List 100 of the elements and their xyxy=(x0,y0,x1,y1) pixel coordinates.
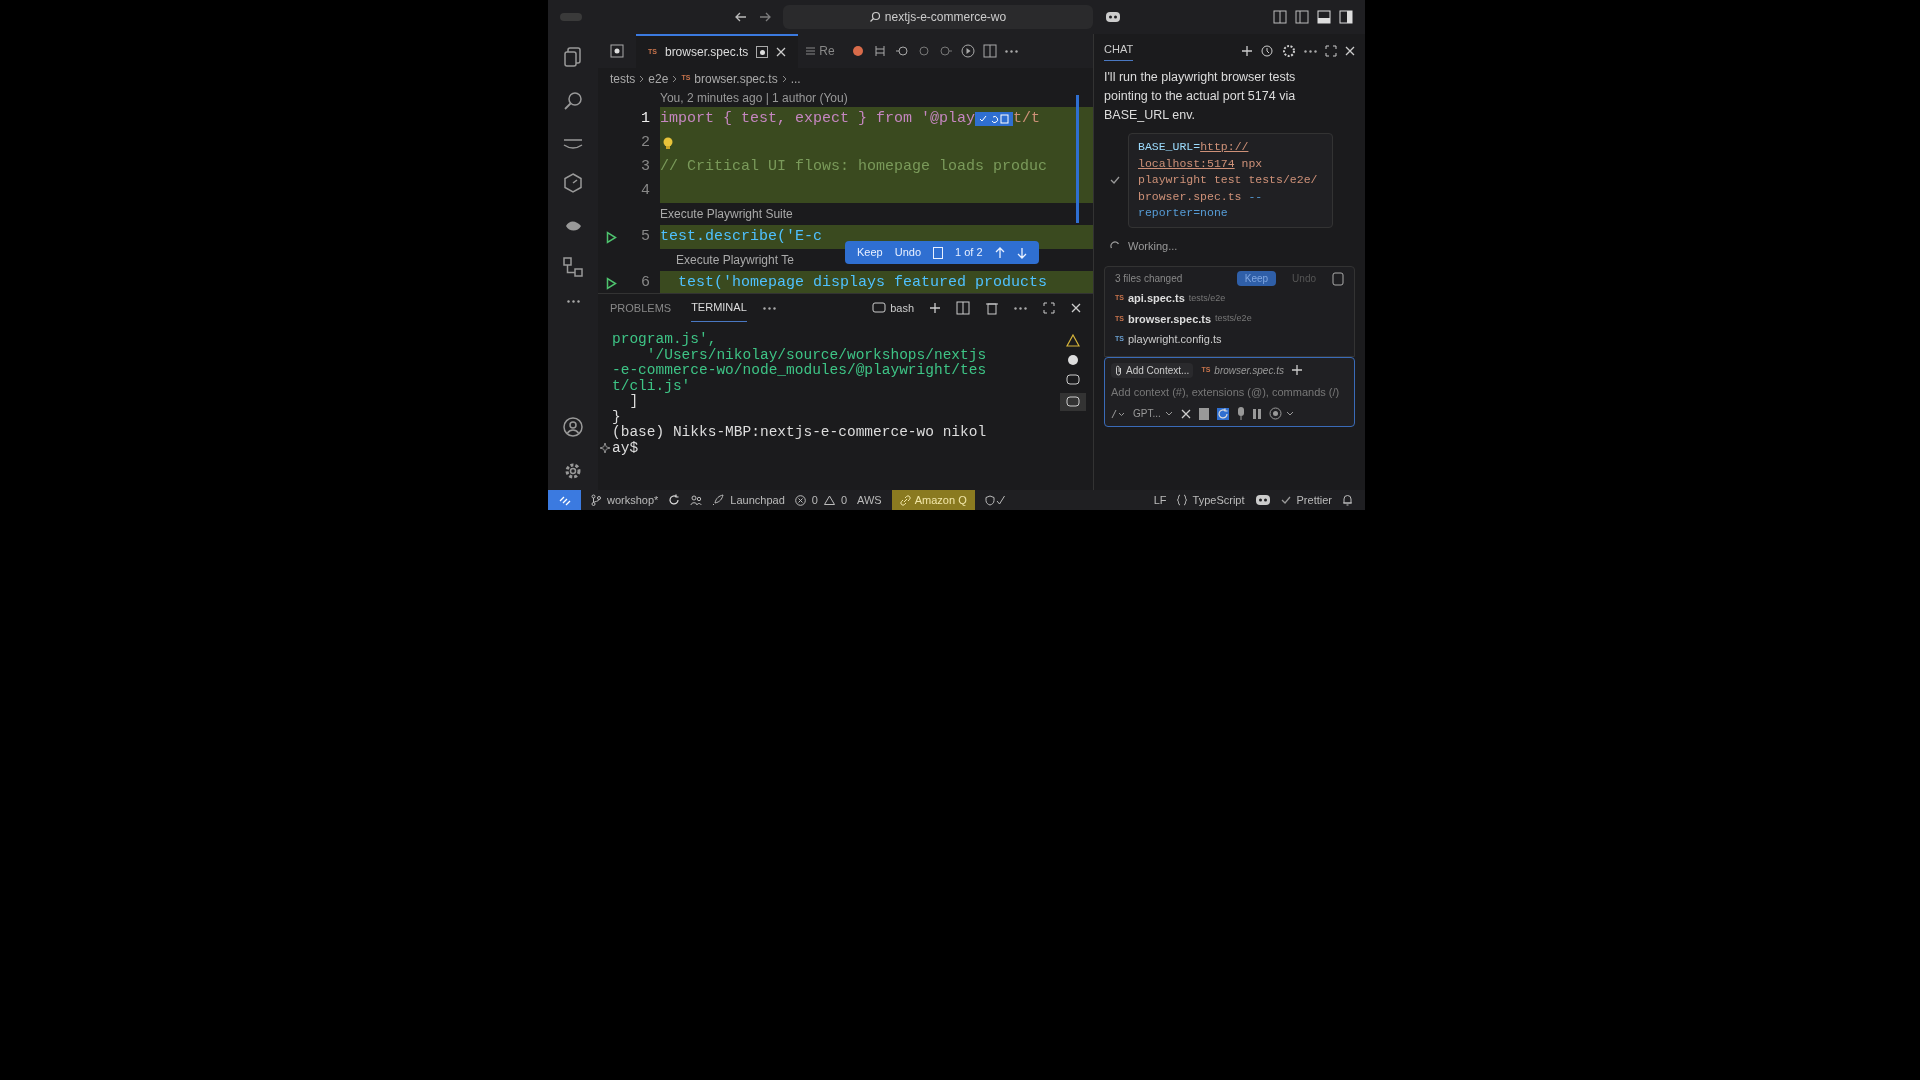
terminal-line: (base) Nikks-MBP:nextjs-e-commerce-wo nikol xyxy=(612,425,987,441)
terminal-instance-icon[interactable] xyxy=(1066,353,1080,367)
codelens-link[interactable]: Execute Playwright Suite xyxy=(660,205,793,223)
close-icon[interactable] xyxy=(1345,46,1355,56)
line-number: 1 xyxy=(640,108,650,129)
slash-dropdown-icon[interactable] xyxy=(1111,408,1125,419)
command-center[interactable]: nextjs-e-commerce-wo xyxy=(782,5,1093,29)
split-editor-icon[interactable] xyxy=(982,44,997,58)
more-icon[interactable] xyxy=(1004,49,1018,53)
terminal-instance-icon[interactable] xyxy=(1066,373,1080,387)
line-number: 2 xyxy=(640,132,650,153)
record-icon[interactable] xyxy=(1268,407,1282,420)
run-test-icon[interactable] xyxy=(605,230,617,244)
add-context-button[interactable]: Add Context... xyxy=(1111,362,1194,378)
down-arrow-icon[interactable] xyxy=(1016,246,1027,259)
sync-icon[interactable] xyxy=(668,494,681,506)
branch-indicator[interactable]: workshop* xyxy=(607,491,659,509)
language-mode-item[interactable]: TypeScript xyxy=(1192,491,1245,509)
maximize-icon[interactable] xyxy=(1043,302,1055,314)
source-control-icon[interactable] xyxy=(562,256,584,278)
aws-item[interactable]: AWS xyxy=(857,491,882,509)
search-icon[interactable] xyxy=(562,90,584,112)
more-icon[interactable] xyxy=(566,300,580,303)
editor-tab[interactable]: Re xyxy=(798,34,843,68)
warning-icon[interactable] xyxy=(1066,334,1080,347)
file-icon[interactable] xyxy=(1332,271,1344,286)
revert-icon[interactable] xyxy=(894,44,909,58)
up-arrow-icon[interactable] xyxy=(994,246,1005,259)
braces-icon xyxy=(1176,494,1187,506)
chat-input-field[interactable]: Add context (#), extensions (@), commands (/) xyxy=(1111,383,1348,400)
branch-icon xyxy=(591,494,601,506)
more-icon[interactable] xyxy=(1014,306,1027,310)
changed-file-name[interactable]: browser.spec.ts xyxy=(1127,310,1212,327)
shell-name[interactable]: bash xyxy=(890,299,914,317)
hexagon-icon[interactable] xyxy=(562,172,584,194)
close-icon[interactable] xyxy=(1071,303,1081,313)
terminal-line: -e-commerce-wo/node_modules/@playwright/tes xyxy=(612,363,987,379)
refresh-icon[interactable] xyxy=(1216,407,1229,420)
add-terminal-icon[interactable] xyxy=(930,303,940,313)
sidebar-toggle-icon[interactable] xyxy=(1295,10,1309,24)
trash-icon[interactable] xyxy=(986,301,998,315)
secondary-sidebar-icon[interactable] xyxy=(1339,10,1353,24)
terminal-icon[interactable] xyxy=(872,301,887,315)
add-icon[interactable] xyxy=(1292,365,1302,375)
model-picker[interactable]: GPT... xyxy=(1133,406,1161,421)
layout-icon[interactable] xyxy=(1273,10,1287,24)
undo-button[interactable]: Undo xyxy=(894,244,921,261)
amazon-q-item[interactable]: Amazon Q xyxy=(891,490,975,510)
line-ending-item[interactable]: LF xyxy=(1153,491,1167,509)
breadcrumb-item[interactable]: ... xyxy=(790,69,801,88)
panel-toggle-icon[interactable] xyxy=(1317,10,1331,24)
compare-icon[interactable] xyxy=(872,44,887,58)
prettier-item[interactable]: Prettier xyxy=(1296,491,1332,509)
breadcrumb-item[interactable]: e2e xyxy=(648,69,669,88)
codelens-link[interactable]: Execute Playwright Te xyxy=(676,251,794,269)
panel-tab[interactable]: PROBLEMS xyxy=(610,294,672,322)
keep-button[interactable]: Keep xyxy=(857,244,883,261)
inline-diff-widget[interactable] xyxy=(975,112,1014,126)
terminal-line: '/Users/nikolay/source/workshops/nextjs xyxy=(645,347,987,363)
run-circle-icon[interactable] xyxy=(960,44,975,58)
maximize-icon[interactable] xyxy=(1325,45,1337,57)
lightbulb-icon[interactable] xyxy=(663,136,673,150)
account-icon[interactable] xyxy=(562,416,584,438)
bell-icon[interactable] xyxy=(1342,494,1353,506)
close-icon[interactable] xyxy=(776,47,787,57)
settings-icon[interactable] xyxy=(1282,44,1296,58)
remote-icon xyxy=(558,494,571,506)
changed-file-name[interactable]: playwright.config.ts xyxy=(1127,331,1222,348)
burst-icon[interactable] xyxy=(850,44,865,58)
panel-tab[interactable]: TERMINAL xyxy=(691,294,747,322)
tools-icon[interactable] xyxy=(1180,408,1191,419)
line-number: 5 xyxy=(640,226,650,247)
terminal-line: } xyxy=(612,409,621,425)
more-icon[interactable] xyxy=(762,306,776,310)
people-icon[interactable] xyxy=(690,494,703,506)
files-icon[interactable] xyxy=(562,46,584,68)
more-icon[interactable] xyxy=(1304,49,1317,53)
back-icon[interactable] xyxy=(734,12,747,22)
breadcrumb-item[interactable]: tests xyxy=(610,69,636,88)
microphone-icon[interactable] xyxy=(1236,407,1245,420)
terminal-line: ] xyxy=(628,394,639,410)
copilot-icon[interactable] xyxy=(1254,494,1271,506)
warning-count[interactable]: 0 xyxy=(840,491,848,509)
split-terminal-icon[interactable] xyxy=(956,301,970,315)
pause-icon[interactable] xyxy=(1252,408,1261,419)
launchpad-item[interactable]: Launchpad xyxy=(730,491,785,509)
forward-circle-icon[interactable] xyxy=(938,44,953,58)
document-icon[interactable] xyxy=(1198,407,1209,420)
new-chat-icon[interactable] xyxy=(1242,46,1252,56)
forward-icon[interactable] xyxy=(758,12,771,22)
error-count[interactable]: 0 xyxy=(811,491,818,509)
attached-file[interactable]: browser.spec.ts xyxy=(1214,362,1284,378)
copilot-icon[interactable] xyxy=(1104,11,1121,23)
history-icon[interactable] xyxy=(1260,44,1274,58)
chat-tab[interactable]: CHAT xyxy=(1104,41,1134,61)
breadcrumb-item[interactable]: browser.spec.ts xyxy=(694,69,778,88)
circle-icon[interactable] xyxy=(916,44,931,58)
shield-icon[interactable] xyxy=(984,494,1005,506)
run-test-icon[interactable] xyxy=(605,276,617,290)
changed-file-name[interactable]: api.spec.ts xyxy=(1127,290,1185,307)
